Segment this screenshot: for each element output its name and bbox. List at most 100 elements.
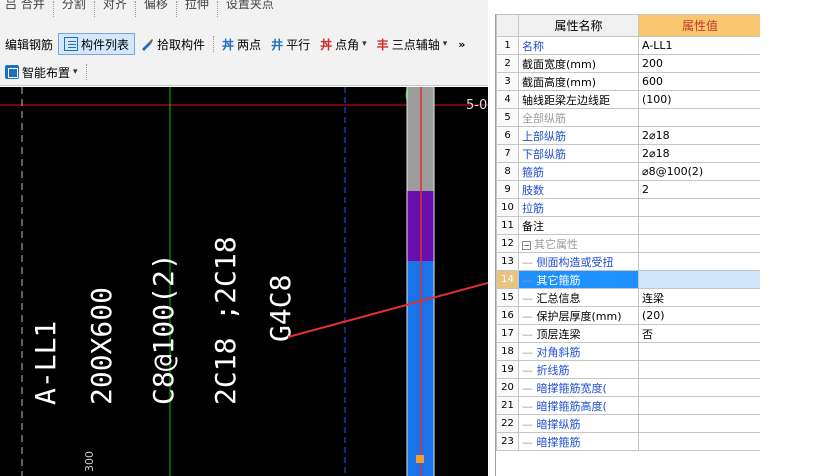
- row-number: 22: [496, 414, 519, 433]
- merge-button[interactable]: 吕 合并: [0, 0, 50, 14]
- property-name-cell: 拉筋: [518, 198, 639, 217]
- property-name-header[interactable]: 属性名称: [518, 14, 639, 37]
- property-name-label: 名称: [522, 39, 544, 53]
- property-row[interactable]: 21— 暗撑箍筋高度(: [496, 396, 760, 415]
- set-grip-button[interactable]: 设置夹点: [221, 0, 279, 14]
- property-value-cell[interactable]: 否: [638, 324, 760, 343]
- property-row[interactable]: 4 轴线距梁左边线距 (100): [496, 90, 760, 109]
- axis-point-angle-icon: 丼: [320, 37, 333, 52]
- property-row[interactable]: 8 箍筋 ⌀8@100(2): [496, 162, 760, 181]
- property-row[interactable]: 6 上部纵筋 2⌀18: [496, 126, 760, 145]
- property-name-cell: 箍筋: [518, 162, 639, 181]
- property-value-cell[interactable]: ⌀8@100(2): [638, 162, 760, 181]
- property-name-label: 其它箍筋: [536, 273, 581, 287]
- row-number: 4: [496, 90, 519, 109]
- property-value-cell[interactable]: [638, 234, 760, 253]
- property-value-cell[interactable]: [638, 198, 760, 217]
- property-name-label: 截面高度(mm): [522, 75, 597, 89]
- edit-rebar-button[interactable]: 编辑钢筋: [0, 33, 58, 55]
- row-number: 21: [496, 396, 519, 415]
- property-value-cell[interactable]: A-LL1: [638, 36, 760, 55]
- property-name-label: 暗撑箍筋高度(: [536, 399, 607, 413]
- property-row[interactable]: 1 名称 A-LL1: [496, 36, 760, 55]
- property-row[interactable]: 5 全部纵筋: [496, 108, 760, 127]
- property-row[interactable]: 13— 侧面构造或受扭: [496, 252, 760, 271]
- parallel-label: 平行: [286, 37, 311, 52]
- property-row[interactable]: 17— 顶层连梁否: [496, 324, 760, 343]
- property-row[interactable]: 16— 保护层厚度(mm) (20): [496, 306, 760, 325]
- tree-branch-icon: —: [522, 309, 537, 323]
- drawing-canvas[interactable]: 6 5-0 A-LL1 200X600 C8@100(2) 2C18 ;2C18…: [0, 87, 488, 476]
- axis-two-points-icon: 丼: [222, 37, 235, 52]
- pick-component-label: 拾取构件: [157, 37, 206, 52]
- property-name-label: 轴线距梁左边线距: [522, 93, 610, 107]
- property-name-label: 上部纵筋: [522, 129, 566, 143]
- property-name-cell: 全部纵筋: [518, 108, 639, 127]
- parallel-button[interactable]: 井 平行: [266, 33, 315, 55]
- property-name-cell: — 暗撑纵筋: [518, 414, 639, 433]
- property-panel: 属性名称 属性值 1 名称 A-LL1 2 截面宽度(mm) 200 3 截面高度(mm) 60…: [495, 14, 760, 476]
- property-row[interactable]: 10 拉筋: [496, 198, 760, 217]
- property-row[interactable]: 20— 暗撑箍筋宽度(: [496, 378, 760, 397]
- point-angle-button[interactable]: 丼 点角 ▾: [315, 33, 372, 55]
- row-number: 14: [496, 270, 519, 289]
- beam-size-text: 200X600: [85, 287, 118, 405]
- property-value-cell[interactable]: [638, 414, 760, 433]
- property-row[interactable]: 23— 暗撑箍筋: [496, 432, 760, 451]
- property-row[interactable]: 11 备注: [496, 216, 760, 235]
- property-name-label: 对角斜筋: [536, 345, 581, 359]
- property-value-cell[interactable]: [638, 360, 760, 379]
- property-row[interactable]: 9 肢数 2: [496, 180, 760, 199]
- split-button[interactable]: 分割: [57, 0, 91, 14]
- property-row[interactable]: 14— 其它箍筋: [496, 270, 760, 289]
- collapse-toggle-icon[interactable]: −: [522, 240, 531, 250]
- component-list-button[interactable]: 构件列表: [58, 33, 136, 55]
- property-grid-body: 1 名称 A-LL1 2 截面宽度(mm) 200 3 截面高度(mm) 600 4 轴线距梁左边线…: [496, 36, 760, 451]
- property-value-cell[interactable]: [638, 252, 760, 271]
- property-row[interactable]: 7 下部纵筋 2⌀18: [496, 144, 760, 163]
- property-name-cell: − 其它属性: [518, 234, 639, 253]
- property-value-cell[interactable]: 200: [638, 54, 760, 73]
- dropdown-arrow-icon[interactable]: ▾: [362, 39, 367, 49]
- align-button[interactable]: 对齐: [98, 0, 132, 14]
- property-value-cell[interactable]: 2⌀18: [638, 126, 760, 145]
- property-row[interactable]: 2 截面宽度(mm) 200: [496, 54, 760, 73]
- property-value-cell[interactable]: 2: [638, 180, 760, 199]
- property-name-cell: 名称: [518, 36, 639, 55]
- smart-layout-button[interactable]: 智能布置 ▾: [0, 61, 83, 83]
- offset-button[interactable]: 偏移: [139, 0, 173, 14]
- property-value-cell[interactable]: [638, 108, 760, 127]
- property-value-cell[interactable]: 2⌀18: [638, 144, 760, 163]
- stretch-button[interactable]: 拉伸: [180, 0, 214, 14]
- toolbar-overflow-button[interactable]: »: [458, 38, 465, 51]
- property-value-cell[interactable]: [638, 270, 760, 289]
- dropdown-arrow-icon[interactable]: ▾: [73, 67, 78, 77]
- property-row[interactable]: 19— 折线筋: [496, 360, 760, 379]
- property-value-cell[interactable]: [638, 216, 760, 235]
- property-row[interactable]: 22— 暗撑纵筋: [496, 414, 760, 433]
- property-name-label: 暗撑纵筋: [536, 417, 581, 431]
- property-value-cell[interactable]: [638, 378, 760, 397]
- property-value-cell[interactable]: (20): [638, 306, 760, 325]
- property-value-cell[interactable]: [638, 396, 760, 415]
- property-value-cell[interactable]: [638, 342, 760, 361]
- property-value-cell[interactable]: (100): [638, 90, 760, 109]
- property-value-cell[interactable]: 600: [638, 72, 760, 91]
- three-point-axis-button[interactable]: 丰 三点辅轴 ▾: [372, 33, 453, 55]
- property-value-header[interactable]: 属性值: [638, 14, 760, 37]
- row-number: 2: [496, 54, 519, 73]
- property-row[interactable]: 18— 对角斜筋: [496, 342, 760, 361]
- property-row[interactable]: 3 截面高度(mm) 600: [496, 72, 760, 91]
- property-value-cell[interactable]: [638, 432, 760, 451]
- property-value-cell[interactable]: 连梁: [638, 288, 760, 307]
- dropdown-arrow-icon[interactable]: ▾: [443, 39, 448, 49]
- property-row[interactable]: 12− 其它属性: [496, 234, 760, 253]
- property-name-cell: — 暗撑箍筋宽度(: [518, 378, 639, 397]
- property-name-label: 截面宽度(mm): [522, 57, 597, 71]
- two-points-button[interactable]: 丼 两点: [217, 33, 266, 55]
- property-row[interactable]: 15— 汇总信息 连梁: [496, 288, 760, 307]
- pick-component-button[interactable]: 拾取构件: [135, 33, 210, 55]
- row-number: 15: [496, 288, 519, 307]
- property-name-cell: 肢数: [518, 180, 639, 199]
- row-number: 18: [496, 342, 519, 361]
